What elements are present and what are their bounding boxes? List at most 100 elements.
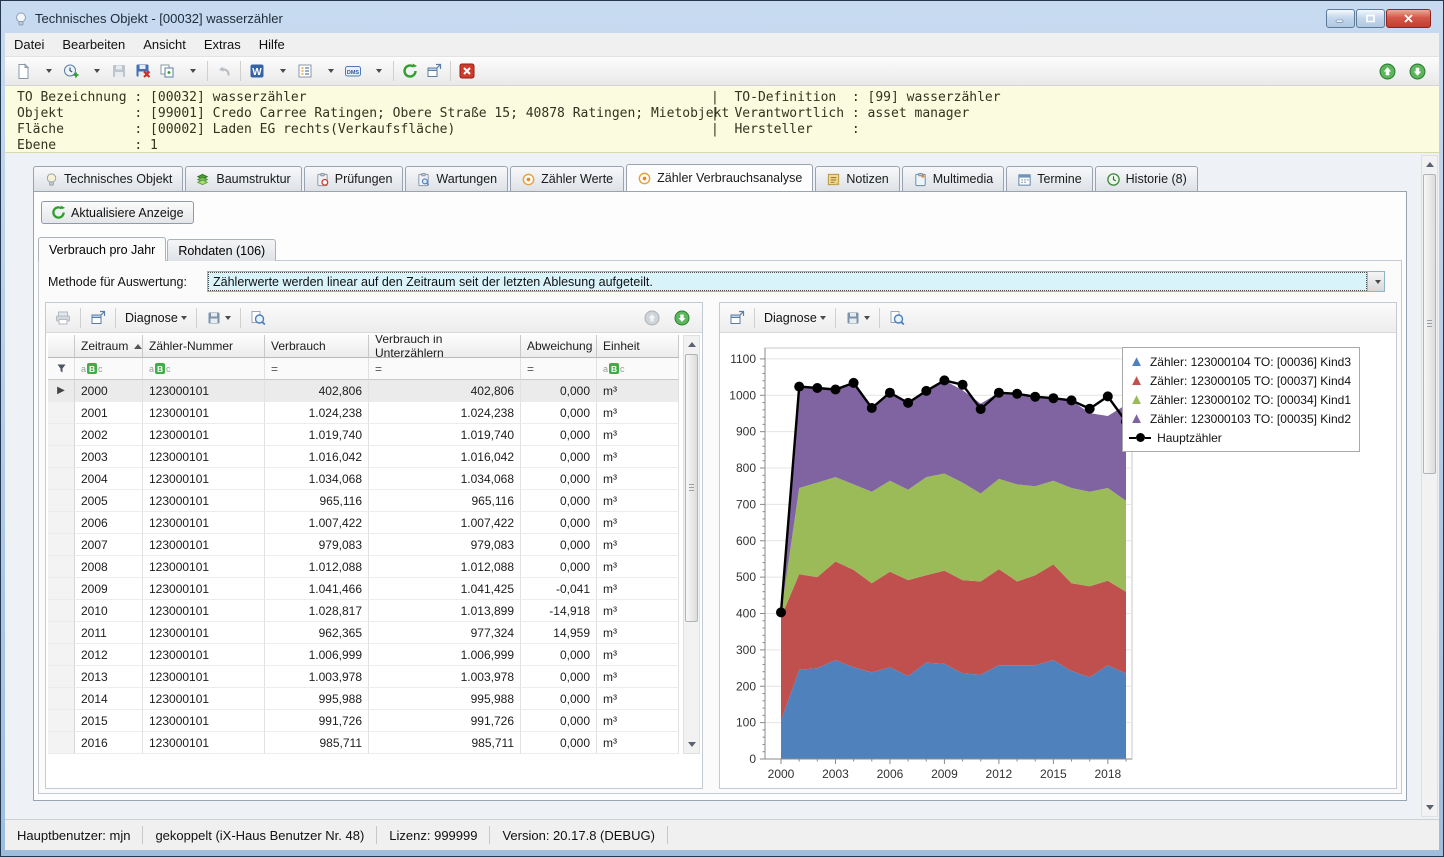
new-appointment-dropdown[interactable] [83, 59, 107, 83]
table-cell[interactable]: 123000101 [143, 534, 265, 556]
row-indicator-cell[interactable] [48, 490, 75, 512]
chart-open-window-button[interactable] [724, 306, 750, 330]
dms-button[interactable]: DMS [341, 59, 365, 83]
column-header-abweichung[interactable]: Abweichung [521, 335, 597, 358]
table-row[interactable]: 2010 123000101 1.028,817 1.013,899 -14,918 m³ [48, 600, 679, 622]
table-cell[interactable]: 0,000 [521, 490, 597, 512]
save-close-button[interactable] [131, 59, 155, 83]
column-header-verbrauch-in-unterz-hlern[interactable]: Verbrauch in Unterzählern [369, 335, 521, 358]
row-indicator-cell[interactable] [48, 402, 75, 424]
table-row[interactable]: 2011 123000101 962,365 977,324 14,959 m³ [48, 622, 679, 644]
table-cell[interactable]: m³ [597, 666, 679, 688]
table-cell[interactable]: 2008 [75, 556, 143, 578]
row-indicator-cell[interactable] [48, 666, 75, 688]
table-cell[interactable]: 0,000 [521, 666, 597, 688]
menu-item-bearbeiten[interactable]: Bearbeiten [53, 34, 134, 55]
table-cell[interactable]: 1.019,740 [369, 424, 521, 446]
table-cell[interactable]: m³ [597, 644, 679, 666]
table-cell[interactable]: 402,806 [369, 380, 521, 402]
table-cell[interactable]: 2000 [75, 380, 143, 402]
table-cell[interactable]: m³ [597, 380, 679, 402]
table-cell[interactable]: 1.016,042 [369, 446, 521, 468]
table-cell[interactable]: 402,806 [265, 380, 369, 402]
table-cell[interactable]: 2011 [75, 622, 143, 644]
tab-verbrauch-pro-jahr[interactable]: Verbrauch pro Jahr [38, 237, 167, 261]
table-cell[interactable]: 123000101 [143, 512, 265, 534]
scrollbar-thumb[interactable] [1423, 174, 1436, 474]
chart-diagnose-button[interactable]: Diagnose [759, 306, 831, 330]
column-header-einheit[interactable]: Einheit [597, 335, 679, 358]
table-cell[interactable]: 965,116 [265, 490, 369, 512]
close-view-button[interactable] [455, 59, 479, 83]
table-cell[interactable]: 1.012,088 [369, 556, 521, 578]
table-cell[interactable]: 2016 [75, 732, 143, 754]
navigate-down-button[interactable] [1405, 59, 1429, 83]
new-document-dropdown[interactable] [35, 59, 59, 83]
table-cell[interactable]: 123000101 [143, 578, 265, 600]
table-cell[interactable]: 2014 [75, 688, 143, 710]
tab-baumstruktur[interactable]: Baumstruktur [185, 166, 302, 191]
table-row[interactable]: ▶ 2000 123000101 402,806 402,806 0,000 m³ [48, 380, 679, 402]
table-cell[interactable]: m³ [597, 622, 679, 644]
table-row[interactable]: 2012 123000101 1.006,999 1.006,999 0,000 m³ [48, 644, 679, 666]
table-cell[interactable]: 1.028,817 [265, 600, 369, 622]
table-cell[interactable]: m³ [597, 688, 679, 710]
table-cell[interactable]: 0,000 [521, 446, 597, 468]
table-cell[interactable]: 123000101 [143, 666, 265, 688]
row-indicator-cell[interactable] [48, 512, 75, 534]
column-header-z-hler-nummer[interactable]: Zähler-Nummer [143, 335, 265, 358]
table-cell[interactable]: 1.003,978 [265, 666, 369, 688]
table-cell[interactable]: 2002 [75, 424, 143, 446]
chart-search-button[interactable] [884, 306, 910, 330]
table-cell[interactable]: 2007 [75, 534, 143, 556]
table-cell[interactable]: 123000101 [143, 710, 265, 732]
menu-item-datei[interactable]: Datei [5, 34, 53, 55]
table-cell[interactable]: 2006 [75, 512, 143, 534]
table-cell[interactable]: 0,000 [521, 424, 597, 446]
table-prev-button-disabled[interactable] [640, 306, 664, 330]
table-cell[interactable]: 0,000 [521, 468, 597, 490]
scroll-up-icon[interactable] [1423, 157, 1436, 172]
new-document-button[interactable] [11, 59, 35, 83]
column-header-zeitraum[interactable]: Zeitraum [75, 335, 143, 358]
row-indicator-cell[interactable] [48, 732, 75, 754]
word-export-button[interactable]: W [245, 59, 269, 83]
table-row[interactable]: 2015 123000101 991,726 991,726 0,000 m³ [48, 710, 679, 732]
close-button[interactable] [1386, 9, 1431, 28]
row-indicator-cell[interactable] [48, 468, 75, 490]
table-cell[interactable]: 0,000 [521, 402, 597, 424]
table-cell[interactable]: 0,000 [521, 688, 597, 710]
table-row[interactable]: 2014 123000101 995,988 995,988 0,000 m³ [48, 688, 679, 710]
tab-multimedia[interactable]: Multimedia [901, 166, 1005, 191]
table-scrollbar[interactable] [683, 335, 700, 754]
tab-pr-fungen[interactable]: Prüfungen [303, 166, 404, 191]
table-cell[interactable]: 0,000 [521, 710, 597, 732]
table-cell[interactable]: 2012 [75, 644, 143, 666]
table-cell[interactable]: 123000101 [143, 688, 265, 710]
table-cell[interactable]: 991,726 [369, 710, 521, 732]
table-cell[interactable]: 1.041,466 [265, 578, 369, 600]
scrollbar-thumb[interactable] [685, 354, 698, 622]
table-cell[interactable]: m³ [597, 578, 679, 600]
filter-cell[interactable]: aBc [143, 358, 265, 380]
tab-wartungen[interactable]: Wartungen [405, 166, 509, 191]
table-cell[interactable]: 1.016,042 [265, 446, 369, 468]
scroll-up-icon[interactable] [685, 337, 698, 352]
table-cell[interactable]: m³ [597, 534, 679, 556]
row-indicator-cell[interactable] [48, 556, 75, 578]
table-cell[interactable]: 1.007,422 [369, 512, 521, 534]
table-cell[interactable]: 123000101 [143, 490, 265, 512]
method-combobox[interactable]: Zählerwerte werden linear auf den Zeitra… [207, 271, 1385, 292]
row-indicator-cell[interactable] [48, 534, 75, 556]
table-cell[interactable]: 995,988 [369, 688, 521, 710]
table-cell[interactable]: 1.007,422 [265, 512, 369, 534]
row-indicator-cell[interactable] [48, 578, 75, 600]
table-cell[interactable]: 123000101 [143, 468, 265, 490]
tab-technisches-objekt[interactable]: Technisches Objekt [33, 166, 184, 191]
table-cell[interactable]: 1.024,238 [265, 402, 369, 424]
table-cell[interactable]: 14,959 [521, 622, 597, 644]
table-next-button[interactable] [670, 306, 694, 330]
table-cell[interactable]: m³ [597, 600, 679, 622]
table-cell[interactable]: 979,083 [369, 534, 521, 556]
table-cell[interactable]: 0,000 [521, 380, 597, 402]
